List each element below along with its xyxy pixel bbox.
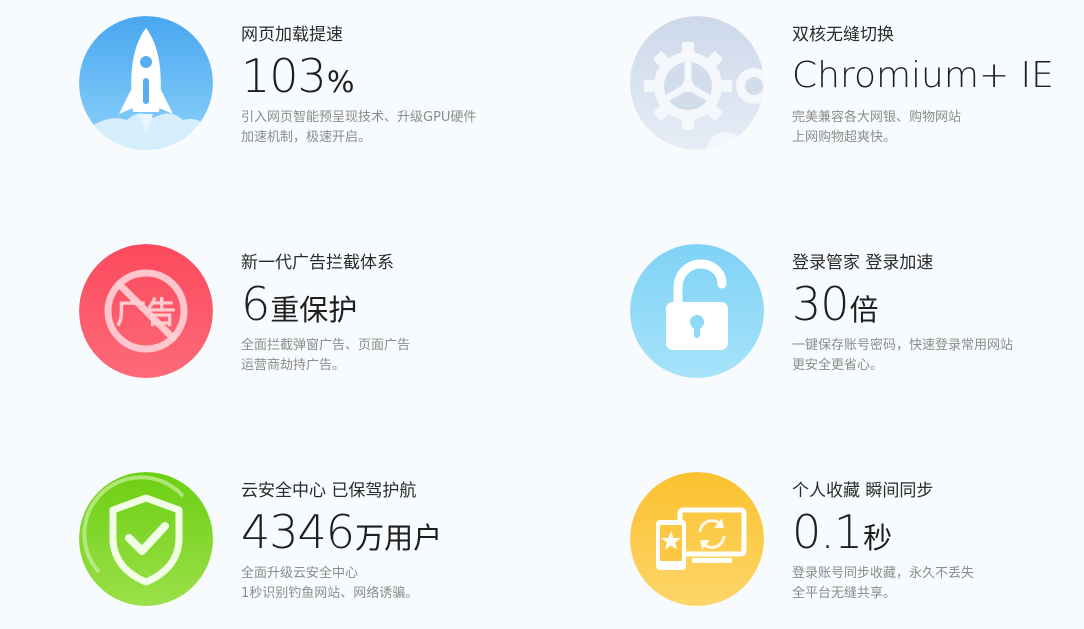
feature-metric: 103% <box>241 50 561 102</box>
metric-number: 103 <box>241 49 327 103</box>
feature-description: 全面拦截弹窗广告、页面广告 运营商劫持广告。 <box>241 336 561 376</box>
feature-title: 云安全中心 已保驾护航 <box>241 481 417 501</box>
metric-number: Chromium+ IE <box>792 55 1054 96</box>
feature-metric: 4346万用户 <box>241 506 561 558</box>
metric-unit: 重保护 <box>270 293 358 327</box>
desc-line-2: 1秒识别钓鱼网站、网络诱骗。 <box>241 586 419 601</box>
gear-icon <box>630 16 764 150</box>
no-ads-icon: 广告 <box>79 244 213 378</box>
desc-line-1: 全面升级云安全中心 <box>241 566 359 581</box>
feature-description: 全面升级云安全中心 1秒识别钓鱼网站、网络诱骗。 <box>241 564 561 604</box>
metric-number: 4346 <box>241 505 355 559</box>
metric-number: 30 <box>792 277 850 331</box>
unlock-icon <box>630 244 764 378</box>
metric-unit: 倍 <box>849 293 879 327</box>
metric-unit: % <box>326 65 355 99</box>
shield-check-icon <box>79 472 213 606</box>
feature-description: 引入网页智能预呈现技术、升级GPU硬件 加速机制，极速开启。 <box>241 108 561 148</box>
feature-description: 完美兼容各大网银、购物网站 上网购物超爽快。 <box>792 108 1084 148</box>
feature-login-manager: 登录管家 登录加速 30倍 一键保存账号密码，快速登录常用网站 更安全更省心。 <box>630 244 1084 384</box>
feature-ad-block: 广告 新一代广告拦截体系 6重保护 全面拦截弹窗广告、页面广告 运营商劫持广告。 <box>79 244 549 384</box>
feature-title: 双核无缝切换 <box>792 25 894 45</box>
feature-title: 新一代广告拦截体系 <box>241 253 394 273</box>
desc-line-1: 完美兼容各大网银、购物网站 <box>792 110 962 125</box>
feature-favorites-sync: 个人收藏 瞬间同步 0.1秒 登录账号同步收藏，永久不丢失 全平台无缝共享。 <box>630 472 1084 612</box>
metric-number: 0.1 <box>792 505 863 559</box>
desc-line-1: 引入网页智能预呈现技术、升级GPU硬件 <box>241 110 477 125</box>
feature-metric: Chromium+ IE <box>792 50 1084 102</box>
no-ads-icon-text: 广告 <box>116 296 176 331</box>
feature-description: 一键保存账号密码，快速登录常用网站 更安全更省心。 <box>792 336 1084 376</box>
feature-title: 个人收藏 瞬间同步 <box>792 481 934 501</box>
desc-line-2: 全平台无缝共享。 <box>792 586 897 601</box>
desc-line-2: 运营商劫持广告。 <box>241 358 346 373</box>
metric-number: 6 <box>241 277 270 331</box>
feature-metric: 6重保护 <box>241 278 561 330</box>
feature-metric: 30倍 <box>792 278 1084 330</box>
desc-line-1: 全面拦截弹窗广告、页面广告 <box>241 338 411 353</box>
sync-devices-icon <box>630 472 764 606</box>
feature-page-speed: 网页加载提速 103% 引入网页智能预呈现技术、升级GPU硬件 加速机制，极速开… <box>79 16 549 156</box>
feature-metric: 0.1秒 <box>792 506 1084 558</box>
feature-cloud-security: 云安全中心 已保驾护航 4346万用户 全面升级云安全中心 1秒识别钓鱼网站、网… <box>79 472 549 612</box>
desc-line-2: 加速机制，极速开启。 <box>241 130 372 145</box>
rocket-icon <box>79 16 213 150</box>
desc-line-1: 登录账号同步收藏，永久不丢失 <box>792 566 975 581</box>
feature-title: 登录管家 登录加速 <box>792 253 934 273</box>
feature-description: 登录账号同步收藏，永久不丢失 全平台无缝共享。 <box>792 564 1084 604</box>
feature-dual-core: 双核无缝切换 Chromium+ IE 完美兼容各大网银、购物网站 上网购物超爽… <box>630 16 1084 156</box>
metric-unit: 秒 <box>863 521 893 555</box>
desc-line-2: 更安全更省心。 <box>792 358 884 373</box>
feature-title: 网页加载提速 <box>241 25 343 45</box>
metric-unit: 万用户 <box>355 521 443 555</box>
desc-line-2: 上网购物超爽快。 <box>792 130 897 145</box>
desc-line-1: 一键保存账号密码，快速登录常用网站 <box>792 338 1014 353</box>
